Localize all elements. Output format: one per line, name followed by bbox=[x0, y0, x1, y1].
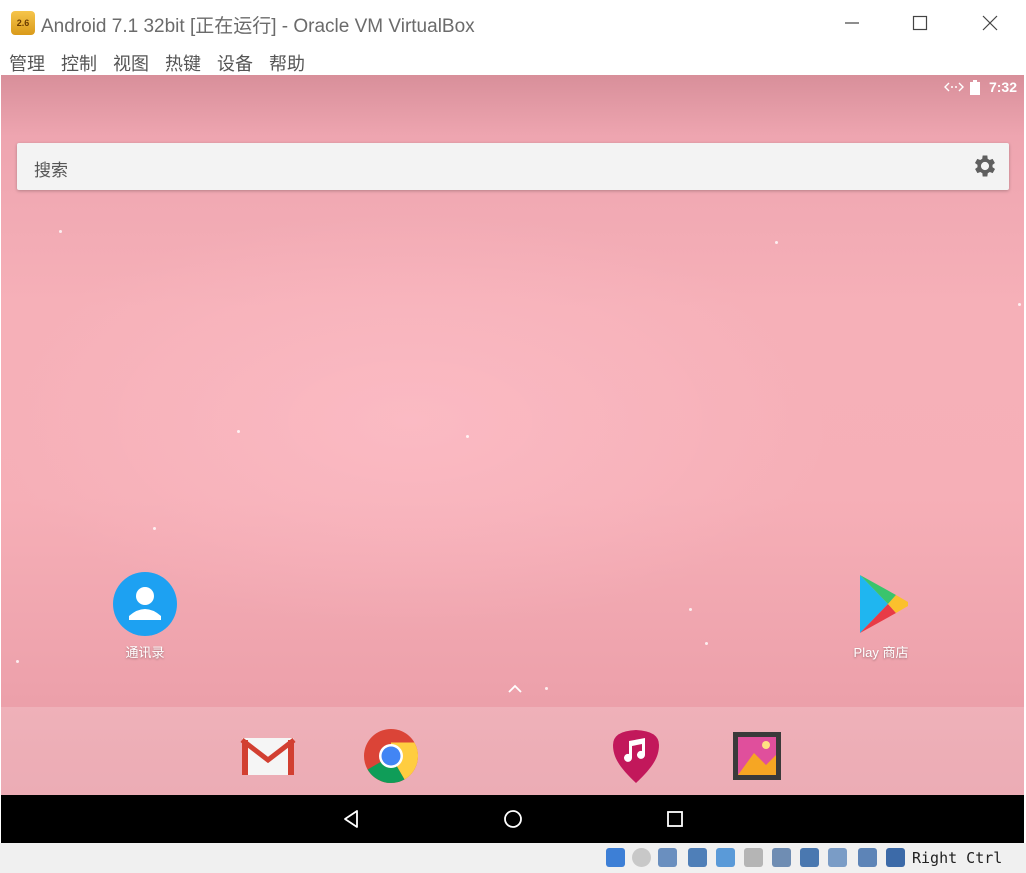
menu-hotkeys[interactable]: 热键 bbox=[165, 50, 201, 76]
maximize-icon[interactable] bbox=[897, 0, 943, 45]
chrome-icon[interactable] bbox=[362, 727, 420, 785]
virtualbox-app-icon: 2.6 bbox=[11, 11, 35, 35]
virtualbox-status-bar: Right Ctrl bbox=[0, 843, 1026, 873]
menu-manage[interactable]: 管理 bbox=[9, 50, 45, 76]
wallpaper-sparkle bbox=[237, 430, 240, 433]
audio-icon[interactable] bbox=[658, 848, 677, 867]
wallpaper-sparkle bbox=[775, 241, 778, 244]
gear-icon[interactable] bbox=[971, 152, 999, 180]
play-store-icon bbox=[860, 575, 908, 633]
data-sync-icon bbox=[944, 82, 964, 92]
android-status-bar: 7:32 bbox=[1, 75, 1024, 99]
battery-icon bbox=[970, 80, 980, 95]
app-play-store[interactable]: Play 商店 bbox=[839, 571, 923, 661]
video-capture-icon[interactable] bbox=[800, 848, 819, 867]
optical-disk-icon[interactable] bbox=[632, 848, 651, 867]
recents-icon[interactable] bbox=[663, 807, 687, 831]
wallpaper-sparkle bbox=[1018, 303, 1021, 306]
app-contacts[interactable]: 通讯录 bbox=[105, 571, 185, 661]
wallpaper-sparkle bbox=[545, 687, 548, 690]
window-title: Android 7.1 32bit [正在运行] - Oracle VM Vir… bbox=[41, 16, 475, 37]
android-screen[interactable]: 7:32 搜索 通讯录 Play 商店 bbox=[1, 75, 1024, 843]
gmail-icon[interactable] bbox=[239, 727, 297, 785]
gallery-icon[interactable] bbox=[728, 727, 786, 785]
window-titlebar[interactable]: 2.6 Android 7.1 32bit [正在运行] - Oracle VM… bbox=[0, 0, 1026, 45]
android-nav-bar bbox=[1, 795, 1024, 843]
shared-folder-icon[interactable] bbox=[744, 848, 763, 867]
menu-view[interactable]: 视图 bbox=[113, 50, 149, 76]
menu-control[interactable]: 控制 bbox=[61, 50, 97, 76]
wallpaper-sparkle bbox=[16, 660, 19, 663]
app-label-play-store: Play 商店 bbox=[853, 645, 909, 660]
app-label-contacts: 通讯录 bbox=[125, 645, 165, 660]
menu-devices[interactable]: 设备 bbox=[217, 50, 253, 76]
status-time: 7:32 bbox=[988, 79, 1017, 95]
wallpaper-sparkle bbox=[466, 435, 469, 438]
wallpaper-sparkle bbox=[153, 527, 156, 530]
search-placeholder: 搜索 bbox=[34, 161, 68, 180]
wallpaper-sparkle bbox=[59, 230, 62, 233]
usb-icon[interactable] bbox=[716, 848, 735, 867]
minimize-icon[interactable] bbox=[829, 0, 875, 45]
close-icon[interactable] bbox=[967, 0, 1013, 45]
google-search-bar[interactable]: 搜索 bbox=[17, 143, 1009, 190]
host-key-label: Right Ctrl bbox=[912, 849, 1003, 867]
home-icon[interactable] bbox=[501, 807, 525, 831]
menu-help[interactable]: 帮助 bbox=[269, 50, 305, 76]
hard-disk-icon[interactable] bbox=[606, 848, 625, 867]
network-icon[interactable] bbox=[688, 848, 707, 867]
keyboard-capture-icon[interactable] bbox=[886, 848, 905, 867]
display-icon[interactable] bbox=[772, 848, 791, 867]
favorites-dock bbox=[1, 707, 1024, 795]
back-icon[interactable] bbox=[340, 807, 364, 831]
wallpaper-sparkle bbox=[705, 642, 708, 645]
menu-bar: 管理 控制 视图 热键 设备 帮助 bbox=[0, 45, 1026, 75]
music-icon[interactable] bbox=[607, 727, 665, 785]
chevron-up-icon[interactable] bbox=[506, 683, 524, 695]
contacts-icon bbox=[113, 572, 177, 636]
cpu-icon[interactable] bbox=[828, 848, 847, 867]
mouse-integration-icon[interactable] bbox=[858, 848, 877, 867]
wallpaper-sparkle bbox=[689, 608, 692, 611]
